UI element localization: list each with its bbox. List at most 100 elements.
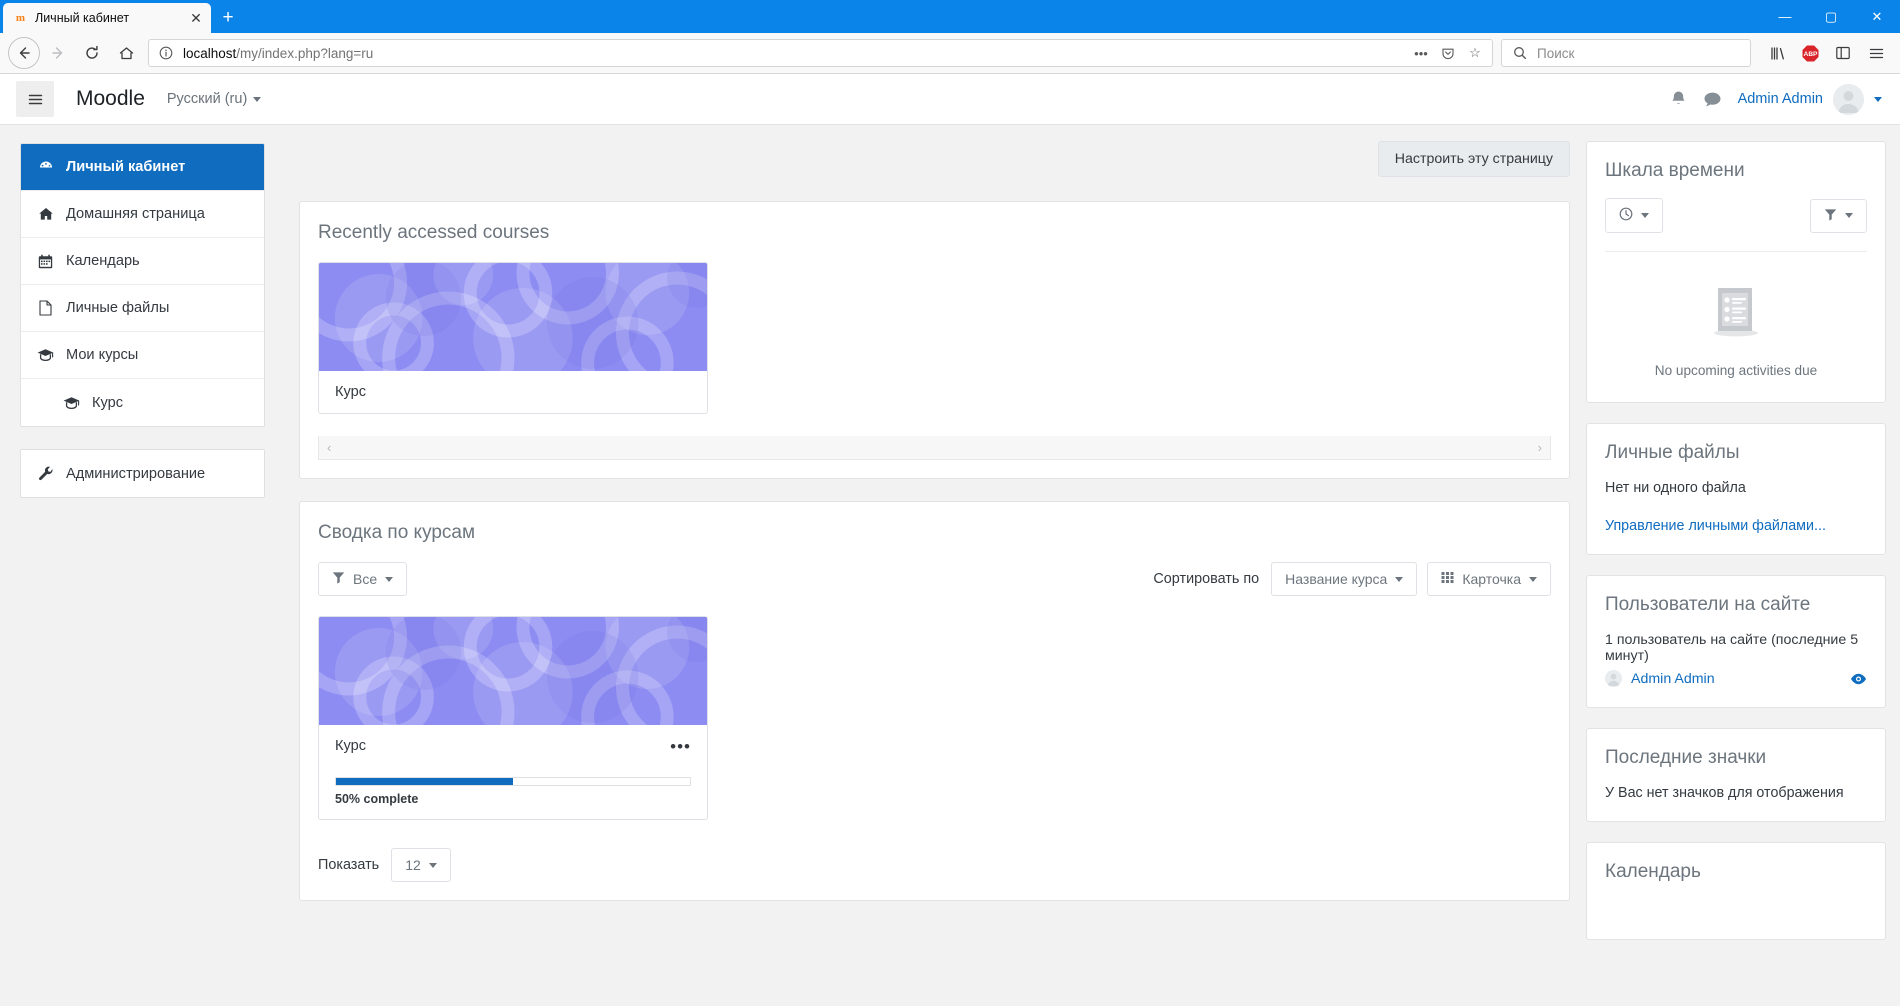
progress-bar-track [335,777,691,786]
course-card-menu-icon[interactable]: ••• [670,738,691,755]
course-overview-controls: Все Сортировать по Название курса [318,562,1551,596]
customise-page-button[interactable]: Настроить эту страницу [1378,141,1570,177]
bell-icon[interactable] [1670,90,1687,108]
reload-icon[interactable] [76,37,108,69]
manage-private-files-link[interactable]: Управление личными файлами... [1605,518,1867,534]
nav-drawer-primary: Личный кабинет Домашняя страница Календа… [20,143,265,427]
svg-text:ABP: ABP [1803,51,1817,58]
online-user-name[interactable]: Admin Admin [1631,671,1715,687]
sidebar-item-administration[interactable]: Администрирование [21,450,264,497]
sidebar-item-dashboard[interactable]: Личный кабинет [21,144,264,191]
avatar [1605,670,1622,687]
display-mode-dropdown[interactable]: Карточка [1427,562,1551,596]
library-icon[interactable] [1761,37,1793,69]
course-name[interactable]: Курс [335,384,691,400]
recent-course-card[interactable]: Курс [318,262,708,414]
filter-icon [332,571,345,587]
sort-by-dropdown[interactable]: Название курса [1271,562,1417,596]
browser-navigation-bar: localhost/my/index.php?lang=ru ••• ☆ Пои… [0,33,1900,74]
recently-accessed-courses-block: Recently accessed courses [299,201,1570,479]
timeline-empty-state: No upcoming activities due [1605,252,1867,382]
sidebar-item-my-courses[interactable]: Мои курсы [21,332,264,379]
info-icon[interactable] [156,43,176,63]
browser-tab-title: Личный кабинет [35,11,180,25]
bookmark-star-icon[interactable]: ☆ [1465,43,1485,63]
wrench-icon [37,466,54,482]
pocket-icon[interactable] [1438,43,1458,63]
filter-icon [1824,208,1837,224]
browser-search-bar[interactable]: Поиск [1501,39,1751,67]
latest-badges-block: Последние значки У Вас нет значков для о… [1586,728,1886,822]
course-image [319,263,707,371]
window-controls: — ▢ ✕ [1762,0,1900,33]
close-icon[interactable]: ✕ [187,9,205,27]
sidebar-item-course[interactable]: Курс [21,379,264,426]
carousel-navigation: ‹ › [318,436,1551,460]
address-bar[interactable]: localhost/my/index.php?lang=ru ••• ☆ [148,39,1493,67]
sidebar-item-label: Личный кабинет [66,159,185,175]
page-actions-icon[interactable]: ••• [1411,43,1431,63]
clock-icon [1619,207,1633,224]
paging-label: Показать [318,857,379,873]
course-filter-label: Все [353,571,377,587]
paging-row: Показать 12 [318,848,1551,882]
chevron-down-icon [1529,577,1537,582]
graduation-cap-icon [37,348,54,362]
maximize-icon[interactable]: ▢ [1808,0,1854,33]
new-tab-button[interactable]: + [211,3,245,33]
chevron-down-icon [1641,213,1649,218]
private-files-block: Личные файлы Нет ни одного файла Управле… [1586,423,1886,555]
browser-tab[interactable]: m Личный кабинет ✕ [3,3,211,33]
sidebar-item-private-files[interactable]: Личные файлы [21,285,264,332]
language-menu[interactable]: Русский (ru) [167,91,261,107]
page-body: Личный кабинет Домашняя страница Календа… [0,125,1900,1006]
block-title: Recently accessed courses [318,222,1551,244]
course-sort-area: Сортировать по Название курса Карточка [1153,562,1551,596]
graduation-cap-icon [63,396,80,410]
sidebar-item-calendar[interactable]: Календарь [21,238,264,285]
nav-drawer-admin: Администрирование [20,449,265,498]
block-title: Пользователи на сайте [1605,594,1867,616]
timeline-type-filter[interactable] [1810,199,1867,233]
site-brand[interactable]: Moodle [76,87,145,111]
chevron-down-icon [1874,97,1882,102]
sidebar-item-home[interactable]: Домашняя страница [21,191,264,238]
timeline-date-filter[interactable] [1605,198,1663,233]
sidebar-item-label: Личные файлы [66,300,169,316]
course-progress: 50% complete [335,777,691,806]
sidebar-item-label: Домашняя страница [66,206,205,222]
sort-by-label: Название курса [1285,571,1387,587]
browser-menu-icon[interactable] [1860,37,1892,69]
activities-list-icon [1705,327,1767,344]
chevron-down-icon [385,577,393,582]
course-image [319,617,707,725]
sidebar-icon[interactable] [1827,37,1859,69]
block-title: Личные файлы [1605,442,1867,464]
badges-empty-text: У Вас нет значков для отображения [1605,785,1867,801]
course-name[interactable]: Курс [335,738,366,754]
overview-course-card[interactable]: Курс ••• 50% complete [318,616,708,820]
forward-icon[interactable] [42,37,74,69]
user-menu[interactable]: Admin Admin [1738,84,1882,115]
adblock-icon[interactable]: ABP [1794,37,1826,69]
carousel-next-icon[interactable]: › [1538,440,1542,455]
page-size-value: 12 [405,857,421,873]
carousel-prev-icon[interactable]: ‹ [327,440,331,455]
chat-icon[interactable] [1703,91,1722,108]
minimize-icon[interactable]: — [1762,0,1808,33]
timeline-block: Шкала времени [1586,141,1886,403]
calendar-block: Календарь [1586,842,1886,940]
home-icon[interactable] [110,37,142,69]
eye-icon[interactable] [1850,673,1867,685]
course-filter-dropdown[interactable]: Все [318,562,407,596]
back-icon[interactable] [8,37,40,69]
file-icon [37,300,54,316]
online-users-block: Пользователи на сайте 1 пользователь на … [1586,575,1886,708]
page-size-dropdown[interactable]: 12 [391,848,451,882]
sidebar-item-label: Курс [92,395,123,411]
hamburger-icon[interactable] [16,81,54,117]
sort-label: Сортировать по [1153,571,1259,587]
avatar [1833,84,1864,115]
window-close-icon[interactable]: ✕ [1854,0,1900,33]
search-icon [1510,43,1530,63]
